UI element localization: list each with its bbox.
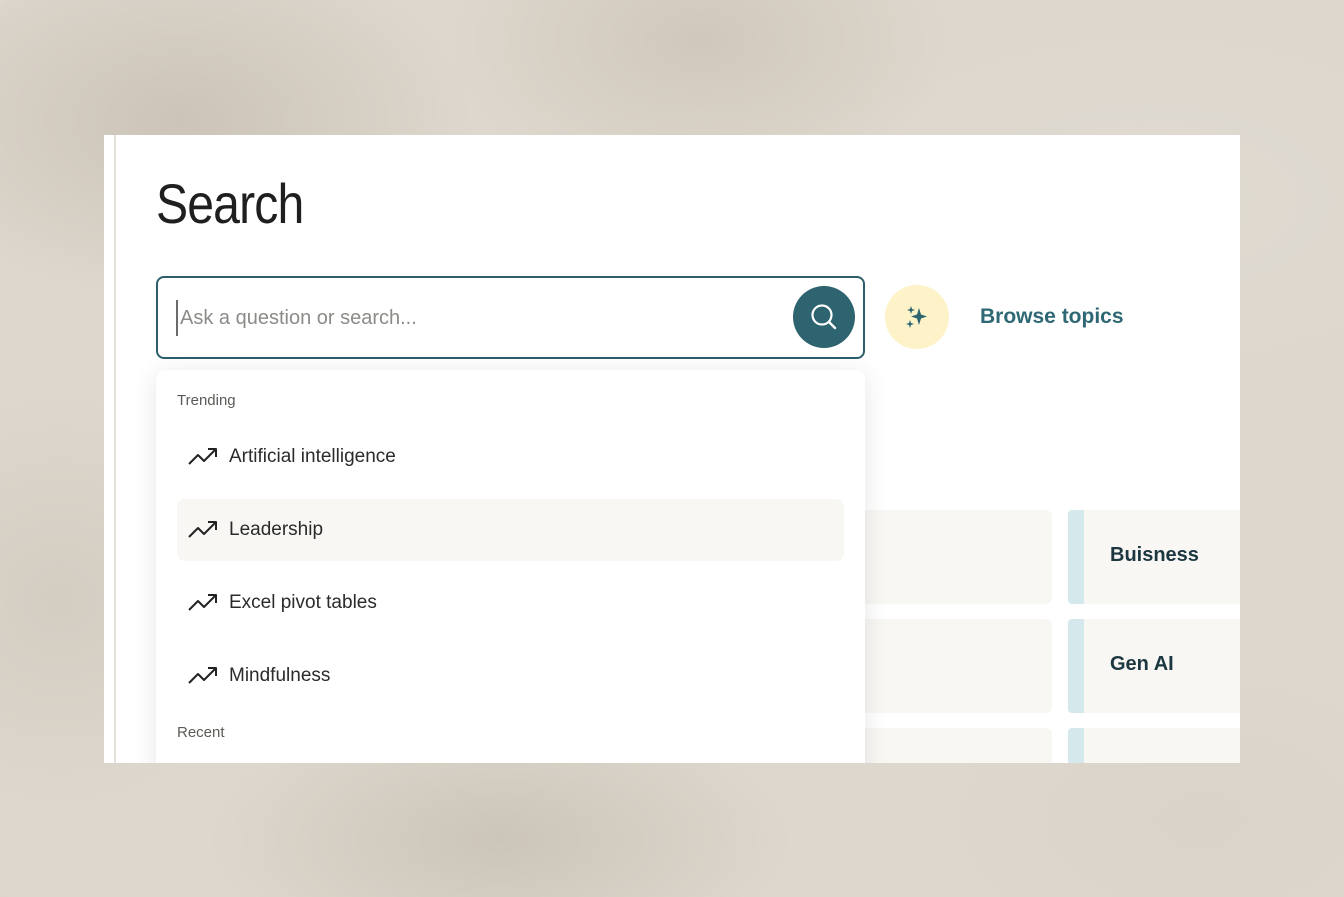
suggestion-label: Mindfulness [229, 665, 331, 686]
panel-divider [114, 135, 116, 763]
suggestion-label: Excel pivot tables [229, 592, 377, 613]
topic-card-business[interactable]: Buisness [1068, 510, 1240, 604]
trending-up-icon [188, 594, 217, 611]
recent-heading: Recent [177, 724, 225, 741]
topic-card-label: Buisness [1110, 544, 1199, 566]
trending-heading: Trending [177, 392, 236, 409]
topic-card[interactable] [1068, 728, 1240, 763]
browse-topics-link[interactable]: Browse topics [980, 305, 1124, 329]
ai-assistant-button[interactable] [885, 285, 949, 349]
suggestion-mindfulness[interactable]: Mindfulness [177, 645, 844, 707]
trending-up-icon [188, 448, 217, 465]
suggestion-label: Leadership [229, 519, 324, 540]
suggestion-excel-pivot-tables[interactable]: Excel pivot tables [177, 572, 844, 634]
topic-card-label: Gen AI [1110, 653, 1174, 675]
search-page: Search Browse topics Buisness Gen AI Tre… [104, 135, 1240, 763]
trending-up-icon [188, 667, 217, 684]
search-suggestions-dropdown: Trending Artificial intelligence Leaders… [156, 370, 865, 763]
search-input[interactable] [176, 300, 776, 336]
suggestion-artificial-intelligence[interactable]: Artificial intelligence [177, 426, 844, 488]
search-button[interactable] [793, 286, 855, 348]
sparkles-icon [906, 306, 927, 328]
search-icon [811, 304, 837, 330]
search-bar[interactable] [156, 276, 865, 359]
topic-card-gen-ai[interactable]: Gen AI [1068, 619, 1240, 713]
suggestion-leadership[interactable]: Leadership [177, 499, 844, 561]
suggestion-label: Artificial intelligence [229, 446, 396, 467]
page-title: Search [156, 172, 304, 235]
trending-up-icon [188, 521, 217, 538]
